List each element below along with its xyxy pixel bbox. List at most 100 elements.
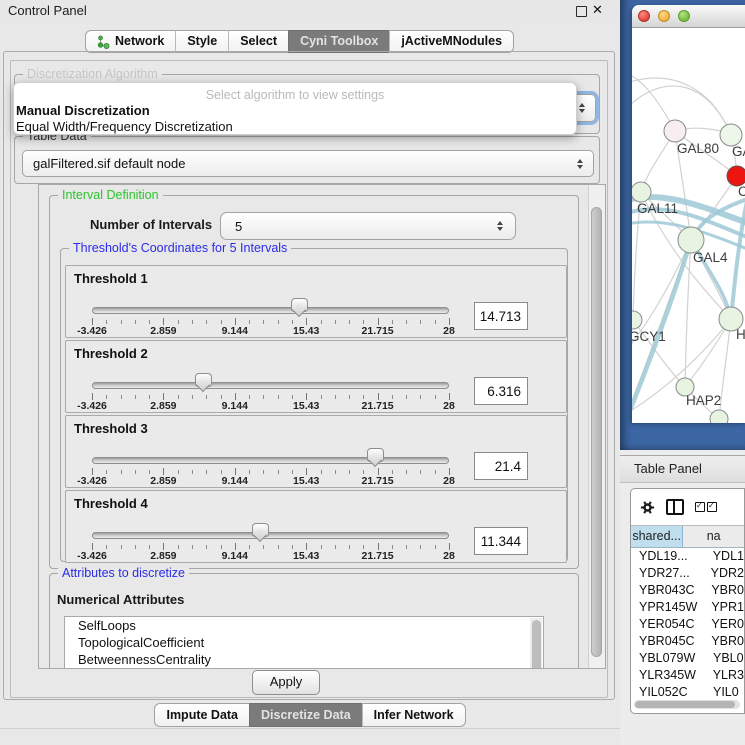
zoom-window-icon[interactable] [678, 10, 690, 22]
tab-impute-data[interactable]: Impute Data [154, 703, 249, 727]
close-window-icon[interactable] [638, 10, 650, 22]
slider-track[interactable] [92, 457, 449, 464]
slider-thumb[interactable] [195, 373, 212, 387]
cell-name: YBR0 [705, 582, 744, 599]
slider-tick [392, 545, 393, 549]
attribute-item[interactable]: TopologicalCoefficient [65, 634, 543, 651]
num-intervals-combobox[interactable]: 5 [220, 212, 516, 240]
threshold-value-field[interactable]: 21.4 [474, 452, 528, 480]
close-icon[interactable]: ✕ [592, 2, 603, 18]
slider-thumb[interactable] [291, 298, 308, 312]
tab-jactivemnodules[interactable]: jActiveMNodules [389, 30, 514, 53]
attribute-item[interactable]: SelfLoops [65, 617, 543, 634]
slider-thumb[interactable] [367, 448, 384, 462]
slider-tick-label: 21.715 [362, 400, 394, 412]
checkbox-icon[interactable] [695, 502, 705, 512]
network-node[interactable] [632, 182, 651, 202]
network-canvas[interactable]: GAL80GACGAL11GAL4GCY1HHAP2 [632, 28, 745, 423]
checkbox-icon[interactable] [707, 502, 717, 512]
slider-tick [321, 545, 322, 549]
combo-arrows-icon [497, 221, 503, 231]
table-row[interactable]: YBR043CYBR0 [631, 582, 744, 599]
dropdown-item-equal-width-frequency[interactable]: Equal Width/Frequency Discretization [14, 119, 576, 135]
cell-name: YER0 [705, 616, 744, 633]
column-header-shared-name[interactable]: shared... [631, 526, 683, 547]
list-scrollbar[interactable] [530, 618, 542, 669]
slider-tick [178, 395, 179, 399]
tab-infer-network[interactable]: Infer Network [362, 703, 466, 727]
slider-tick [106, 545, 107, 549]
slider-tick [149, 320, 150, 324]
threshold-value-field[interactable]: 6.316 [474, 377, 528, 405]
columns-icon[interactable] [666, 499, 684, 515]
node-label: GAL11 [637, 201, 678, 216]
network-node[interactable] [720, 124, 742, 146]
table-row[interactable]: YLR345WYLR3 [631, 667, 744, 684]
apply-button[interactable]: Apply [252, 670, 320, 695]
table-row[interactable]: YPR145WYPR1 [631, 599, 744, 616]
float-panel-icon[interactable] [576, 6, 587, 17]
table-row[interactable]: YIL052CYIL0 [631, 684, 744, 701]
num-intervals-label: Number of Intervals [90, 217, 212, 232]
slider-track[interactable] [92, 307, 449, 314]
table-hscrollbar[interactable] [634, 700, 740, 709]
table-row[interactable]: YER054CYER0 [631, 616, 744, 633]
panel-scrollbar[interactable] [588, 185, 605, 668]
slider-tick [249, 395, 250, 399]
network-node[interactable] [632, 311, 642, 329]
slider-tick-label: 21.715 [362, 550, 394, 562]
slider-tick [121, 395, 122, 399]
tab-label: Discretize Data [261, 704, 351, 726]
slider-tick [278, 470, 279, 474]
tab-network[interactable]: Network [85, 30, 175, 53]
scrollbar-thumb[interactable] [532, 620, 541, 669]
slider-tick [135, 320, 136, 324]
slider-tick-label: -3.426 [77, 550, 107, 562]
tab-select[interactable]: Select [228, 30, 288, 53]
threshold-value-field[interactable]: 11.344 [474, 527, 528, 555]
slider-track[interactable] [92, 532, 449, 539]
slider-tick [449, 393, 450, 400]
scrollbar-thumb[interactable] [591, 207, 602, 657]
slider-tick [349, 395, 350, 399]
dropdown-item-manual-discretization[interactable]: Manual Discretization [14, 103, 576, 119]
slider-tick [263, 395, 264, 399]
table-data-combobox[interactable]: galFiltered.sif default node [22, 150, 594, 177]
cell-shared-name: YIL052C [631, 684, 707, 701]
interval-definition-group: Interval Definition Number of Intervals … [49, 195, 579, 569]
slider-tick-label: 9.144 [222, 400, 248, 412]
slider-tick [221, 395, 222, 399]
table-row[interactable]: YDL19...YDL1 [631, 548, 744, 565]
tab-style[interactable]: Style [175, 30, 228, 53]
slider-track[interactable] [92, 382, 449, 389]
minimize-window-icon[interactable] [658, 10, 670, 22]
network-window[interactable]: GAL80GACGAL11GAL4GCY1HHAP2 [632, 5, 745, 423]
network-node[interactable] [664, 120, 686, 142]
slider-tick [349, 545, 350, 549]
column-header-name[interactable]: na [683, 526, 744, 547]
gear-icon[interactable] [640, 500, 655, 515]
table-row[interactable]: YDR27...YDR2 [631, 565, 744, 582]
threshold-3-panel: Threshold 3 -3.4262.8599.14415.4321.7152… [65, 415, 567, 488]
threshold-value-field[interactable]: 14.713 [474, 302, 528, 330]
dropdown-prompt: Select algorithm to view settings [14, 87, 576, 103]
slider-tick [249, 320, 250, 324]
attribute-item[interactable]: BetweennessCentrality [65, 651, 543, 668]
slider-thumb[interactable] [252, 523, 269, 537]
network-window-titlebar[interactable] [632, 5, 745, 28]
tab-discretize-data[interactable]: Discretize Data [249, 703, 362, 727]
scrollbar-thumb[interactable] [635, 701, 735, 708]
slider-tick-label: 28 [443, 475, 455, 487]
slider-tick-label: 15.43 [293, 325, 319, 337]
table-row[interactable]: YBR045CYBR0 [631, 633, 744, 650]
slider-tick [149, 395, 150, 399]
numerical-attributes-list[interactable]: SelfLoopsTopologicalCoefficientBetweenne… [64, 616, 544, 669]
slider-tick [349, 320, 350, 324]
divider [0, 728, 620, 729]
network-node[interactable] [727, 166, 745, 186]
slider-tick [135, 395, 136, 399]
panel-title: Control Panel [8, 0, 87, 22]
tab-cyni-toolbox[interactable]: Cyni Toolbox [288, 30, 389, 53]
network-node[interactable] [710, 410, 728, 423]
table-row[interactable]: YBL079WYBL0 [631, 650, 744, 667]
